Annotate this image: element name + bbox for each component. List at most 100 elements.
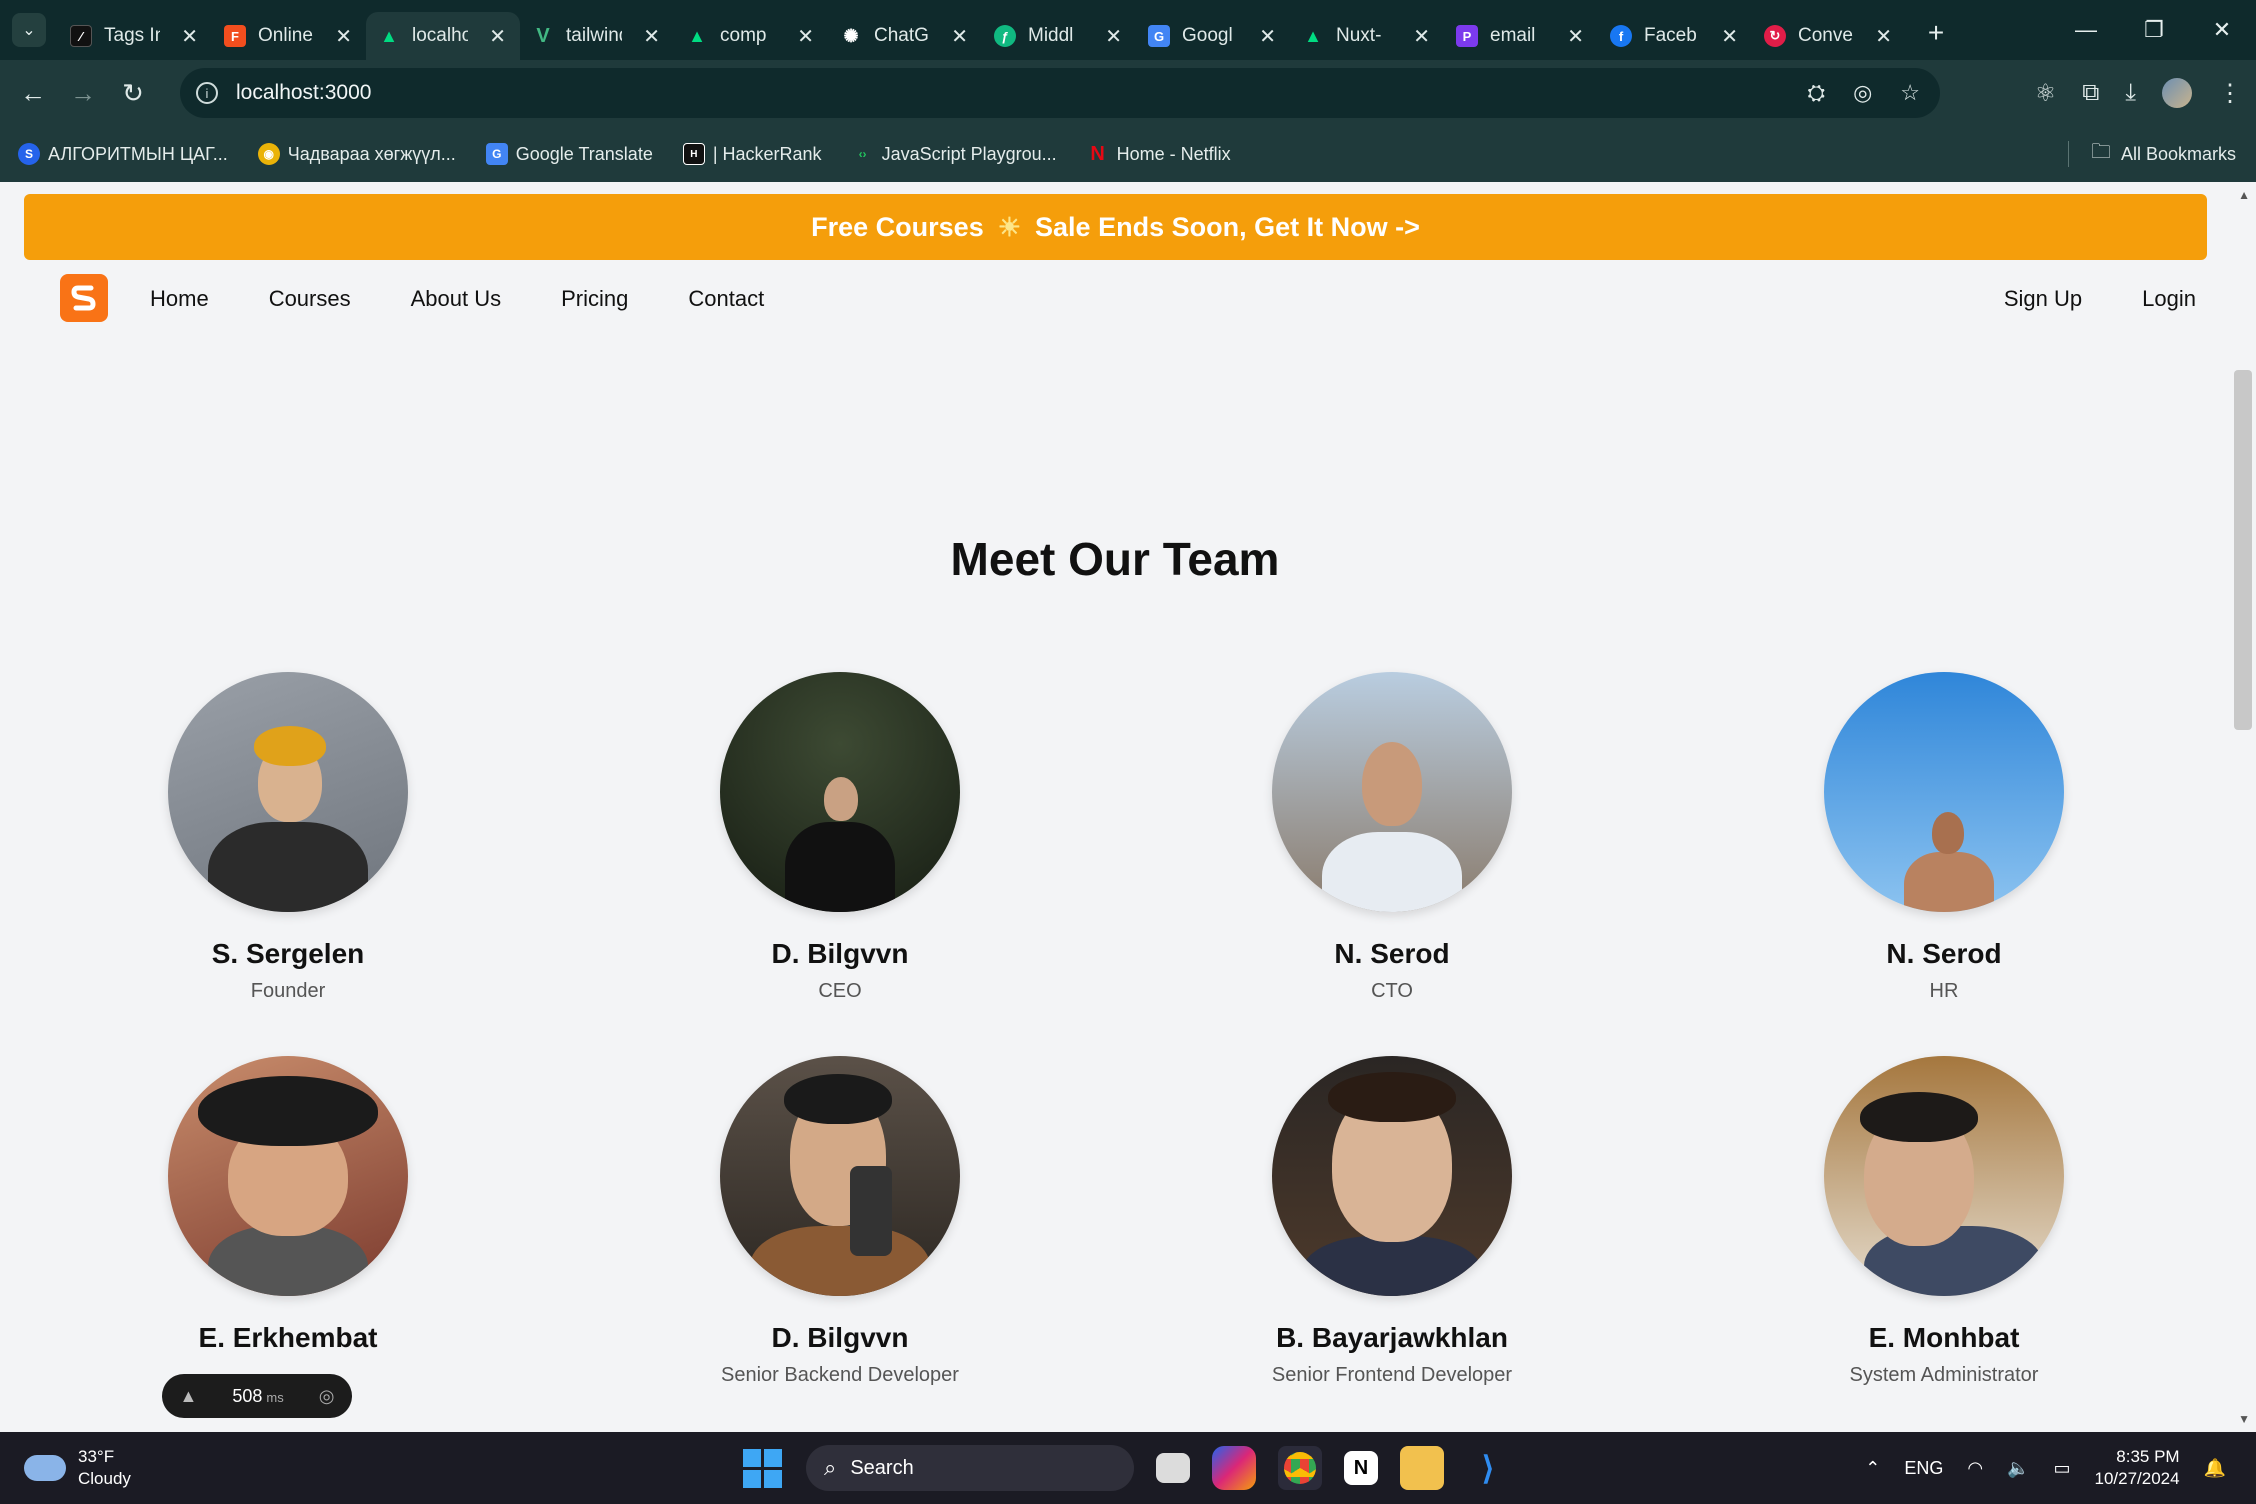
convert-icon: ↻ [1764, 25, 1786, 47]
notification-bell-icon[interactable]: 🔔 [2204, 1458, 2226, 1479]
close-icon[interactable]: ✕ [1721, 24, 1738, 49]
close-icon[interactable]: ✕ [489, 24, 506, 49]
close-icon[interactable]: ✕ [797, 24, 814, 49]
chrome-icon[interactable] [1278, 1446, 1322, 1490]
site-info-icon[interactable]: i [196, 82, 218, 104]
profile-avatar[interactable] [2162, 78, 2192, 108]
clock[interactable]: 8:35 PM 10/27/2024 [2094, 1446, 2179, 1490]
start-button[interactable] [740, 1446, 784, 1490]
close-icon[interactable]: ✕ [1567, 24, 1584, 49]
tab-3[interactable]: V tailwind ✕ [520, 12, 674, 60]
close-icon[interactable]: ✕ [1875, 24, 1892, 49]
nuxt-icon: ▲ [1304, 25, 1322, 46]
page-scrollbar[interactable]: ▲ ▼ [2230, 182, 2256, 1432]
star-icon[interactable]: ☆ [1900, 80, 1920, 106]
vue-icon: V [536, 24, 550, 47]
bookmark-label: АЛГОРИТМЫН ЦАГ... [48, 143, 228, 164]
vscode-icon[interactable]: ⟩ [1466, 1446, 1510, 1490]
taskbar-search[interactable]: ⌕ Search [806, 1445, 1134, 1491]
reload-icon[interactable]: ↻ [108, 78, 158, 109]
member-name: B. Bayarjawkhlan [1276, 1322, 1508, 1353]
tab-6[interactable]: ƒ Middl ✕ [982, 12, 1136, 60]
bookmark-item[interactable]: S АЛГОРИТМЫН ЦАГ... [18, 143, 228, 165]
target-icon[interactable]: ◎ [319, 1386, 335, 1407]
nav-pricing[interactable]: Pricing [561, 286, 628, 312]
battery-icon[interactable]: ▭ [2053, 1458, 2070, 1479]
nuxt-devtools-pill[interactable]: ▲ 508 ms ◎ [162, 1374, 352, 1418]
menu-kebab-icon[interactable]: ⋮ [2218, 79, 2242, 108]
weather-widget[interactable]: 33°F Cloudy [24, 1446, 131, 1490]
tab-0[interactable]: ⁄ Tags In ✕ [58, 12, 212, 60]
signup-link[interactable]: Sign Up [2004, 286, 2082, 312]
tab-10[interactable]: f Faceb ✕ [1598, 12, 1752, 60]
bookmark-item[interactable]: H | HackerRank [682, 143, 822, 165]
file-explorer-icon[interactable] [1400, 1446, 1444, 1490]
email-icon: P [1456, 25, 1478, 47]
system-tray: ⌃ ENG ◠ 🔈 ▭ 8:35 PM 10/27/2024 🔔 [1865, 1446, 2226, 1490]
react-devtools-icon[interactable]: ⚛ [2035, 79, 2057, 108]
nuxt-icon: ▲ [688, 25, 706, 46]
close-icon[interactable]: ✕ [951, 24, 968, 49]
site-logo[interactable] [60, 274, 108, 322]
extensions-icon[interactable]: ⧉ [2082, 79, 2099, 107]
notion-icon[interactable]: N [1344, 1451, 1378, 1485]
bookmark-item[interactable]: G Google Translate [485, 143, 653, 165]
banner-text-right: Sale Ends Soon, Get It Now -> [1035, 211, 1420, 242]
promo-banner[interactable]: Free Courses ☀ Sale Ends Soon, Get It No… [24, 194, 2207, 260]
tab-5[interactable]: ✺ ChatG ✕ [828, 12, 982, 60]
new-tab-button[interactable]: + [1916, 17, 1956, 49]
address-bar-row: ← → ↻ i localhost:3000 ⛭ ◎ ☆ ⚛ ⧉ ⤓ ⋮ [0, 60, 2256, 126]
download-icon[interactable]: ⤓ [2125, 79, 2136, 107]
tab-1[interactable]: F Online ✕ [212, 12, 366, 60]
nav-about-us[interactable]: About Us [411, 286, 502, 312]
scroll-thumb[interactable] [2234, 370, 2252, 730]
tab-4[interactable]: ▲ comp ✕ [674, 12, 828, 60]
nuxt-icon: ▲ [380, 25, 398, 46]
close-icon[interactable]: ✕ [1413, 24, 1430, 49]
forward-icon[interactable]: → [58, 78, 108, 109]
s-logo-icon: S [18, 143, 40, 165]
wifi-icon[interactable]: ◠ [1967, 1458, 1983, 1479]
login-link[interactable]: Login [2142, 286, 2196, 312]
clock-date: 10/27/2024 [2094, 1469, 2180, 1488]
bookmark-item[interactable]: N Home - Netflix [1087, 143, 1230, 165]
all-bookmarks[interactable]: 🗀 All Bookmarks [2067, 137, 2236, 171]
back-icon[interactable]: ← [8, 78, 58, 109]
member-role: System Administrator [1849, 1364, 2039, 1386]
scroll-up-icon[interactable]: ▲ [2238, 188, 2250, 202]
restore-icon[interactable]: ❐ [2120, 0, 2188, 60]
language-indicator[interactable]: ENG [1904, 1458, 1943, 1479]
url-text[interactable]: localhost:3000 [236, 81, 371, 105]
close-icon[interactable]: ✕ [181, 24, 198, 49]
tab-8[interactable]: ▲ Nuxt- ✕ [1290, 12, 1444, 60]
bookmark-item[interactable]: ◉ Чадвараа хөгжүүл... [257, 143, 456, 165]
tab-search-button[interactable]: ⌄ [12, 13, 46, 47]
close-window-icon[interactable]: ✕ [2188, 0, 2256, 60]
nav-contact[interactable]: Contact [688, 286, 764, 312]
close-icon[interactable]: ✕ [1259, 24, 1276, 49]
feather-icon: ƒ [994, 25, 1016, 47]
close-icon[interactable]: ✕ [1105, 24, 1122, 49]
nav-courses[interactable]: Courses [269, 286, 351, 312]
tab-9[interactable]: P email ✕ [1444, 12, 1598, 60]
close-icon[interactable]: ✕ [643, 24, 660, 49]
team-member-card: B. Bayarjawkhlan Senior Frontend Develop… [1192, 1056, 1592, 1387]
translate-icon[interactable]: ⛭ [1807, 80, 1825, 106]
member-photo [168, 1056, 408, 1296]
tab-7[interactable]: G Googl ✕ [1136, 12, 1290, 60]
tab-2-active[interactable]: ▲ localhost ✕ [366, 12, 520, 60]
copilot-icon[interactable] [1212, 1446, 1256, 1490]
chevron-up-icon[interactable]: ⌃ [1865, 1458, 1880, 1479]
scroll-down-icon[interactable]: ▼ [2238, 1412, 2250, 1426]
tab-11[interactable]: ↻ Conve ✕ [1752, 12, 1906, 60]
bookmark-label: Google Translate [515, 143, 653, 164]
bookmark-item[interactable]: ‹› JavaScript Playgrou... [852, 143, 1057, 165]
tab-title: Nuxt- [1336, 25, 1382, 46]
nav-home[interactable]: Home [150, 286, 209, 312]
close-icon[interactable]: ✕ [335, 24, 352, 49]
omnibox[interactable]: i localhost:3000 ⛭ ◎ ☆ [180, 68, 1940, 118]
eye-off-icon[interactable]: ◎ [1853, 80, 1872, 106]
task-view-icon[interactable] [1156, 1453, 1190, 1483]
volume-icon[interactable]: 🔈 [2007, 1458, 2029, 1479]
minimize-icon[interactable]: — [2052, 0, 2120, 60]
